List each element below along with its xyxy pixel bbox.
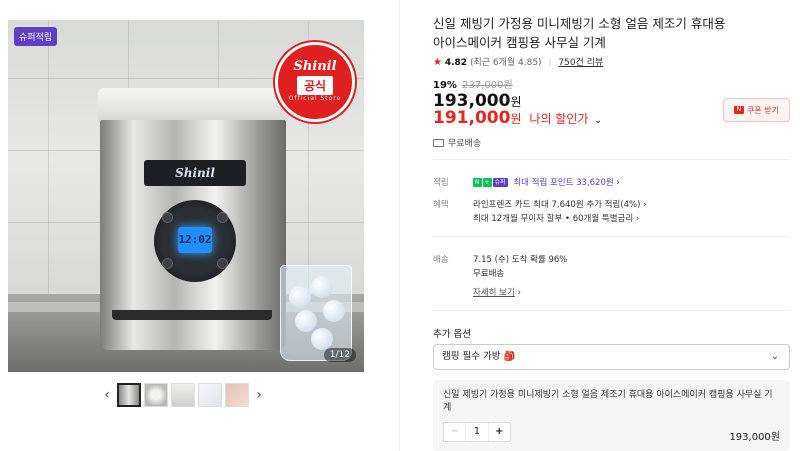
- thumbnail-1[interactable]: [117, 383, 141, 407]
- rating-detail: (최근 6개월 4.85): [469, 58, 542, 68]
- coupon-button[interactable]: N 쿠폰 받기: [723, 98, 790, 122]
- thumbnail-2[interactable]: [144, 383, 168, 407]
- option-select-value: 캠핑 필수 가방 🎒: [442, 351, 516, 362]
- delivery-label: 배송: [433, 255, 449, 265]
- benefit-line-2[interactable]: 최대 12개월 무이자 할부 • 60개월 특별금리 ›: [473, 212, 639, 224]
- points-text: 최대 적립 포인트 33,620원: [513, 178, 614, 188]
- quantity-stepper: − 1 +: [443, 422, 511, 442]
- lcd-display: 12:02: [178, 227, 212, 253]
- my-price-value: 191,000: [433, 108, 511, 128]
- my-price-unit: 원: [510, 112, 522, 126]
- delivery-more-text: 자세히 보기: [473, 288, 515, 298]
- minus-button[interactable]: −: [444, 423, 467, 441]
- points-row[interactable]: N + 슈퍼 최대 적립 포인트 33,620원 ›: [473, 176, 620, 188]
- image-counter: 1/12: [323, 348, 356, 362]
- ice-cube: [323, 300, 345, 322]
- chevron-down-icon: ⌄: [594, 116, 602, 126]
- option-price: 193,000원: [729, 432, 780, 443]
- star-icon: ★: [433, 57, 442, 68]
- chevron-right-icon: ›: [635, 214, 640, 224]
- rating-score: 4.82: [444, 58, 468, 68]
- panel-button: [217, 258, 228, 269]
- coupon-icon: N: [734, 106, 744, 114]
- panel-button: [162, 212, 173, 223]
- ice-maker-base: [112, 310, 272, 320]
- sale-price-unit: 원: [510, 95, 522, 109]
- my-discount-price[interactable]: 191,000원 나의 할인가 ⌄: [433, 108, 602, 128]
- chevron-right-icon: ›: [616, 178, 620, 188]
- ice-cube: [295, 310, 317, 332]
- seal-tag: 공식: [296, 76, 334, 95]
- coupon-label: 쿠폰 받기: [747, 105, 779, 115]
- divider: |: [548, 58, 552, 68]
- review-count-link[interactable]: 750건 리뷰: [558, 58, 603, 68]
- product-title: 신일 제빙기 가정용 미니제빙기 소형 얼음 제조기 휴대용 아이스메이커 캠핑…: [433, 16, 726, 50]
- free-shipping-row: 무료배송: [433, 136, 481, 149]
- thumbnail-3[interactable]: [171, 383, 195, 407]
- seal-brand: Shinil: [293, 59, 337, 74]
- my-price-label: 나의 할인가: [529, 112, 589, 126]
- ice-glass: [280, 265, 352, 361]
- official-store-seal: Shinil 공식 Official Store: [275, 42, 355, 122]
- column-divider: [399, 0, 400, 451]
- delivery-free: 무료배송: [473, 269, 505, 279]
- ice-maker-window: Shinil: [144, 160, 246, 186]
- chevron-left-icon[interactable]: ‹: [100, 387, 114, 403]
- section-divider: [433, 310, 790, 311]
- chevron-right-icon: ›: [643, 200, 647, 210]
- truck-icon: [433, 138, 444, 147]
- selected-option-box: 신일 제빙기 가정용 미니제빙기 소형 얼음 제조기 휴대용 아이스메이커 캠핑…: [433, 380, 790, 451]
- chevron-down-icon: ⌄: [770, 351, 779, 362]
- panel-button: [162, 258, 173, 269]
- seal-subtitle: Official Store: [288, 95, 342, 102]
- super-points-badge: 슈퍼적립: [14, 27, 58, 46]
- ice-cube: [311, 276, 333, 298]
- section-divider: [433, 159, 790, 160]
- option-select[interactable]: 캠핑 필수 가방 🎒 ⌄: [433, 344, 790, 370]
- ice-maker-photo: Shinil 12:02: [98, 88, 288, 350]
- delivery-estimate: 7.15 (수) 도착 확률 96%: [473, 255, 568, 265]
- chevron-right-icon[interactable]: ›: [252, 387, 266, 403]
- ice-maker-lid: [98, 88, 288, 122]
- control-panel: 12:02: [154, 200, 236, 282]
- quantity-value[interactable]: 1: [466, 423, 487, 441]
- panel-button: [217, 212, 228, 223]
- thumbnail-strip: ‹ ›: [100, 381, 266, 409]
- ice-cube: [289, 286, 311, 308]
- free-shipping-text: 무료배송: [448, 139, 482, 149]
- thumbnail-5[interactable]: [225, 383, 249, 407]
- rating-row: ★ 4.82 (최근 6개월 4.85) | 750건 리뷰: [433, 55, 603, 68]
- benefit-line-1[interactable]: 라인프렌즈 카드 최대 7,640원 추가 적립(4%) ›: [473, 198, 647, 210]
- naver-badge: N: [473, 178, 482, 187]
- ice-cube: [311, 328, 333, 350]
- delivery-more-link[interactable]: 자세히 보기 ›: [473, 286, 521, 298]
- chevron-right-icon: ›: [517, 288, 521, 298]
- super-badge: 슈퍼: [492, 178, 508, 187]
- points-label: 적립: [433, 178, 449, 188]
- benefit-label: 혜택: [433, 200, 449, 210]
- plus-button[interactable]: +: [487, 423, 510, 441]
- original-price: 237,000원: [462, 80, 513, 91]
- selected-option-name: 신일 제빙기 가정용 미니제빙기 소형 얼음 제조기 휴대용 아이스메이커 캠핑…: [443, 390, 773, 413]
- points-badges: N + 슈퍼: [473, 178, 508, 187]
- benefit-text-2: 최대 12개월 무이자 할부 • 60개월 특별금리: [473, 214, 634, 224]
- product-main-image[interactable]: Shinil 12:02 슈퍼적립 Shinil 공식 Official Sto…: [8, 20, 364, 372]
- discount-percent: 19%: [433, 80, 457, 91]
- thumbnail-4[interactable]: [198, 383, 222, 407]
- option-title: 추가 옵션: [433, 329, 471, 340]
- discount-row: 19% 237,000원: [433, 76, 513, 91]
- plus-badge: +: [482, 178, 492, 187]
- section-divider: [433, 236, 790, 237]
- benefit-text-1: 라인프렌즈 카드 최대 7,640원 추가 적립(4%): [473, 200, 641, 210]
